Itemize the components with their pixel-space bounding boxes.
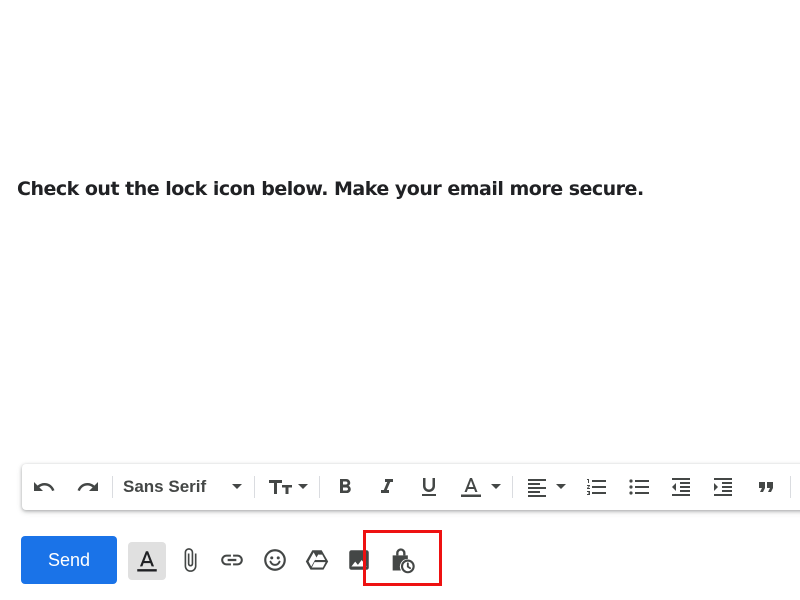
emoji-icon[interactable]	[258, 543, 292, 577]
formatting-toolbar: Sans Serif	[22, 464, 800, 510]
bulleted-list-icon[interactable]	[625, 473, 653, 501]
bold-icon[interactable]	[331, 473, 359, 501]
text-size-caret-icon[interactable]	[298, 484, 308, 489]
italic-icon[interactable]	[373, 473, 401, 501]
confidential-mode-icon[interactable]	[385, 543, 419, 577]
indent-less-icon[interactable]	[667, 473, 695, 501]
link-icon[interactable]	[215, 543, 249, 577]
undo-icon[interactable]	[30, 473, 58, 501]
google-drive-icon[interactable]	[300, 543, 334, 577]
toolbar-divider	[319, 476, 320, 498]
text-size-icon[interactable]	[265, 473, 295, 501]
toolbar-divider	[790, 476, 791, 498]
send-button[interactable]: Send	[21, 536, 117, 584]
toolbar-divider	[512, 476, 513, 498]
numbered-list-icon[interactable]	[583, 473, 611, 501]
text-color-icon[interactable]	[457, 473, 485, 501]
insert-photo-icon[interactable]	[342, 543, 376, 577]
formatting-options-icon[interactable]	[128, 542, 166, 580]
email-body-text[interactable]: Check out the lock icon below. Make your…	[17, 178, 644, 200]
align-icon[interactable]	[523, 473, 551, 501]
toolbar-divider	[254, 476, 255, 498]
text-color-caret-icon[interactable]	[491, 484, 501, 489]
indent-more-icon[interactable]	[709, 473, 737, 501]
toolbar-divider	[112, 476, 113, 498]
attach-icon[interactable]	[173, 543, 207, 577]
font-family-caret-icon[interactable]	[232, 484, 242, 489]
align-caret-icon[interactable]	[556, 484, 566, 489]
quote-icon[interactable]	[752, 473, 780, 501]
underline-icon[interactable]	[415, 473, 443, 501]
font-family-select[interactable]: Sans Serif	[123, 477, 206, 497]
redo-icon[interactable]	[74, 473, 102, 501]
